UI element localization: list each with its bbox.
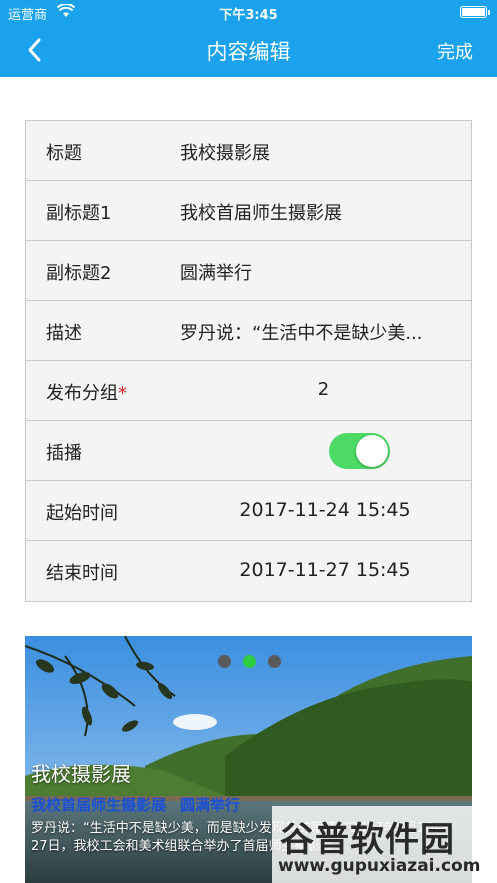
title-label: 标题	[46, 143, 82, 164]
preview-title: 我校摄影展	[31, 762, 131, 786]
watermark: 谷普软件园 www.gupuxiazai.com	[272, 806, 497, 883]
watermark-url: www.gupuxiazai.com	[278, 856, 481, 876]
carousel-dot-active[interactable]	[243, 655, 256, 668]
title-row[interactable]: 标题 我校摄影展	[26, 121, 471, 181]
start-time-value[interactable]: 2017-11-24 15:45	[180, 499, 470, 521]
carousel-label: 插播	[46, 443, 82, 464]
subtitle1-label: 副标题1	[46, 203, 112, 224]
end-time-label: 结束时间	[46, 563, 118, 584]
clock: 下午3:45	[219, 8, 278, 23]
start-time-row[interactable]: 起始时间 2017-11-24 15:45	[26, 481, 471, 541]
subtitle2-field[interactable]: 圆满举行	[180, 259, 464, 285]
top-bar: 运营商 下午3:45 内容编辑 完成	[0, 0, 497, 77]
subtitle1-field[interactable]: 我校首届师生摄影展	[180, 199, 464, 225]
end-time-value[interactable]: 2017-11-27 15:45	[180, 559, 470, 581]
subtitle1-row[interactable]: 副标题1 我校首届师生摄影展	[26, 181, 471, 241]
title-field[interactable]: 我校摄影展	[180, 139, 464, 165]
start-time-label: 起始时间	[46, 503, 118, 524]
watermark-logo: 谷普软件园	[280, 820, 455, 860]
publish-group-row[interactable]: 发布分组* 2	[26, 361, 471, 421]
carousel-dot[interactable]	[218, 655, 231, 668]
preview-subtitle1: 我校首届师生摄影展	[31, 796, 167, 814]
nav-bar: 内容编辑 完成	[0, 24, 497, 77]
description-field[interactable]: 罗丹说：“生活中不是缺少美...	[180, 319, 464, 345]
end-time-row[interactable]: 结束时间 2017-11-27 15:45	[26, 541, 471, 601]
publish-group-value[interactable]: 2	[26, 379, 473, 400]
page-title: 内容编辑	[206, 40, 291, 64]
status-bar: 运营商 下午3:45	[0, 0, 497, 24]
done-button[interactable]: 完成	[437, 38, 473, 64]
carousel-dot[interactable]	[268, 655, 281, 668]
description-label: 描述	[46, 323, 82, 344]
battery-icon	[460, 6, 490, 18]
subtitle2-label: 副标题2	[46, 263, 112, 284]
carousel-dots	[218, 653, 293, 672]
preview-subtitle: 我校首届师生摄影展 圆满举行	[31, 794, 240, 815]
subtitle2-row[interactable]: 副标题2 圆满举行	[26, 241, 471, 301]
carousel-toggle[interactable]	[329, 433, 390, 469]
carousel-row: 插播	[26, 421, 471, 481]
description-row[interactable]: 描述 罗丹说：“生活中不是缺少美...	[26, 301, 471, 361]
content-form: 标题 我校摄影展 副标题1 我校首届师生摄影展 副标题2 圆满举行 描述 罗丹说…	[25, 120, 472, 602]
preview-subtitle2: 圆满举行	[180, 796, 241, 814]
toggle-knob	[356, 435, 388, 467]
